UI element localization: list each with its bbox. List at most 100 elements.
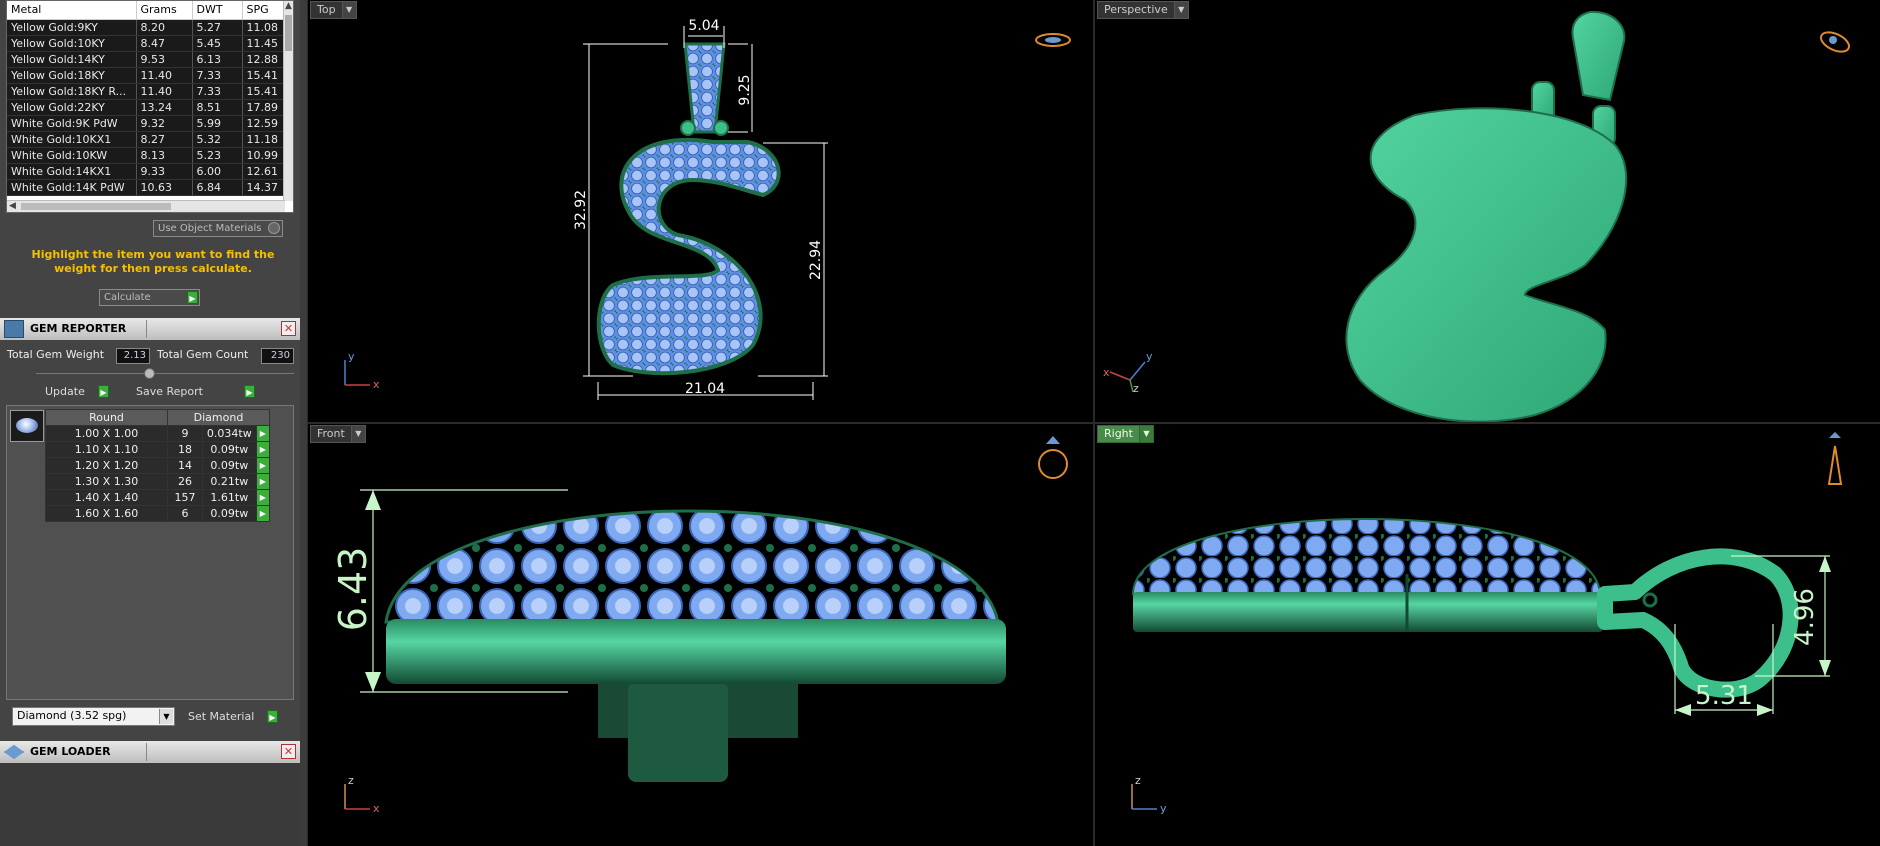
table-row[interactable]: Yellow Gold:18KY R... 11.40 7.33 15.41 — [7, 83, 288, 100]
select-gem-icon[interactable]: ▶ — [255, 505, 271, 522]
pave-gems-front — [384, 509, 1000, 624]
arrow-down-icon — [1819, 660, 1831, 676]
arrow-up-icon — [365, 490, 381, 510]
scroll-thumb[interactable] — [285, 15, 292, 51]
gem-reporter-icon — [4, 320, 24, 338]
table-row[interactable]: Yellow Gold:18KY 11.40 7.33 15.41 — [7, 67, 288, 84]
front-viewport[interactable]: 6.43 z x Front ▼ — [308, 424, 1093, 846]
table-cell: 6.13 — [192, 51, 243, 68]
weight-hint: Highlight the item you want to find the … — [31, 248, 275, 275]
gem-row[interactable]: 1.20 X 1.20 14 0.09tw ▶ — [45, 457, 271, 474]
select-gem-icon[interactable]: ▶ — [255, 489, 271, 506]
metal-weight-table[interactable]: Metal Grams DWT SPG Yellow Gold:9KY 8.20 5.27… — [6, 0, 294, 213]
dim-body-height: 22.94 — [808, 240, 824, 280]
top-viewport-label[interactable]: Top ▼ — [310, 1, 357, 19]
use-object-materials-toggle[interactable]: Use Object Materials — [153, 220, 283, 237]
chevron-down-icon[interactable]: ▼ — [350, 426, 365, 442]
table-row[interactable]: Yellow Gold:10KY 8.47 5.45 11.45 — [7, 35, 288, 52]
set-material-button[interactable]: Set Material ▶ — [183, 708, 280, 725]
table-cell: Yellow Gold:10KY — [7, 35, 137, 52]
select-gem-icon[interactable]: ▶ — [255, 441, 271, 458]
column-header[interactable]: Metal — [7, 1, 137, 20]
close-icon[interactable]: ✕ — [281, 321, 296, 336]
calculate-button[interactable]: Calculate ▶ — [99, 289, 200, 306]
table-cell: 10.63 — [136, 179, 193, 196]
play-icon: ▶ — [244, 385, 255, 398]
gem-size: 1.10 X 1.10 — [45, 441, 168, 458]
collapse-icon[interactable] — [144, 368, 155, 379]
axis-x-label: x — [373, 378, 380, 391]
table-row[interactable]: White Gold:9K PdW 9.32 5.99 12.59 — [7, 115, 288, 132]
table-row[interactable]: Yellow Gold:22KY 13.24 8.51 17.89 — [7, 99, 288, 116]
column-header[interactable]: SPG — [242, 1, 288, 20]
perspective-viewport-label[interactable]: Perspective ▼ — [1097, 1, 1189, 19]
save-report-button[interactable]: Save Report ▶ — [131, 383, 257, 400]
gem-size: 1.60 X 1.60 — [45, 505, 168, 522]
select-gem-icon[interactable]: ▶ — [255, 425, 271, 442]
table-row[interactable]: White Gold:14K PdW 10.63 6.84 14.37 — [7, 179, 288, 196]
table-row[interactable]: Yellow Gold:14KY 9.53 6.13 12.88 — [7, 51, 288, 68]
table-row[interactable]: White Gold:14KX1 9.33 6.00 12.61 — [7, 163, 288, 180]
bail-hole — [1642, 592, 1658, 608]
gem-loader-header: GEM LOADER ✕ — [0, 741, 300, 763]
gem-row[interactable]: 1.00 X 1.00 9 0.034tw ▶ — [45, 425, 271, 442]
column-header[interactable]: DWT — [192, 1, 243, 20]
material-select[interactable]: Diamond (3.52 spg) ▼ — [12, 707, 175, 726]
table-row[interactable]: Yellow Gold:9KY 8.20 5.27 11.08 — [7, 19, 288, 36]
gem-reporter-header: GEM REPORTER ✕ — [0, 318, 300, 340]
update-button[interactable]: Update ▶ — [40, 383, 111, 400]
column-header[interactable]: Grams — [136, 1, 193, 20]
gem-row[interactable]: 1.10 X 1.10 18 0.09tw ▶ — [45, 441, 271, 458]
jump-ring — [713, 120, 729, 136]
chevron-down-icon[interactable]: ▼ — [1173, 2, 1188, 18]
table-cell: 11.40 — [136, 67, 193, 84]
top-viewport[interactable]: 5.04 9.25 32.92 22.94 21.04 y x Top ▼ — [308, 0, 1093, 422]
scroll-up-icon[interactable]: ▲ — [285, 1, 292, 11]
axis-z-label: z — [348, 774, 354, 787]
table-cell: Yellow Gold:18KY R... — [7, 83, 137, 100]
table-horizontal-scrollbar[interactable]: ◀ — [7, 200, 285, 212]
perspective-view-canvas: y x z — [1103, 10, 1851, 422]
total-gem-count-label: Total Gem Count — [157, 348, 249, 361]
arrow-up-icon — [1819, 556, 1831, 572]
table-cell: 12.88 — [242, 51, 288, 68]
table-row[interactable]: White Gold:10KW 8.13 5.23 10.99 — [7, 147, 288, 164]
table-cell: Yellow Gold:9KY — [7, 19, 137, 36]
gem-row[interactable]: 1.30 X 1.30 26 0.21tw ▶ — [45, 473, 271, 490]
gem-count: 14 — [166, 457, 204, 474]
table-vertical-scrollbar[interactable]: ▲ — [283, 1, 293, 201]
gem-row[interactable]: 1.60 X 1.60 6 0.09tw ▶ — [45, 505, 271, 522]
pendant-body-front — [386, 619, 1006, 684]
front-viewport-label[interactable]: Front ▼ — [310, 425, 366, 443]
close-icon[interactable]: ✕ — [281, 744, 296, 759]
viewport-grid: 5.04 9.25 32.92 22.94 21.04 y x Top ▼ y … — [307, 0, 1880, 846]
table-cell: 12.61 — [242, 163, 288, 180]
gem-size: 1.20 X 1.20 — [45, 457, 168, 474]
dim-bail-width: 5.31 — [1695, 681, 1753, 711]
front-label-text: Front — [317, 427, 345, 440]
ring-orientation-icon — [1827, 432, 1843, 485]
table-cell: 8.13 — [136, 147, 193, 164]
select-gem-icon[interactable]: ▶ — [255, 457, 271, 474]
axis-z-label: z — [1135, 774, 1141, 787]
gem-report-area: Round Diamond 1.00 X 1.00 9 0.034tw ▶ 1.10 X… — [6, 405, 294, 700]
chevron-down-icon[interactable]: ▼ — [341, 2, 356, 18]
gem-reporter-title: GEM REPORTER — [30, 322, 127, 335]
perspective-viewport[interactable]: y x z Perspective ▼ — [1095, 0, 1880, 422]
bail-top — [683, 42, 726, 134]
chevron-down-icon: ▼ — [159, 709, 173, 724]
gem-count: 18 — [166, 441, 204, 458]
table-row[interactable]: White Gold:10KX1 8.27 5.32 11.18 — [7, 131, 288, 148]
right-viewport-label[interactable]: Right ▼ — [1097, 425, 1154, 443]
table-cell: 7.33 — [192, 83, 243, 100]
gem-weight: 0.034tw — [202, 425, 257, 442]
table-cell: 6.84 — [192, 179, 243, 196]
scroll-left-icon[interactable]: ◀ — [9, 201, 16, 211]
table-cell: 15.41 — [242, 83, 288, 100]
gem-row[interactable]: 1.40 X 1.40 157 1.61tw ▶ — [45, 489, 271, 506]
select-gem-icon[interactable]: ▶ — [255, 473, 271, 490]
table-cell: 11.08 — [242, 19, 288, 36]
chevron-down-icon[interactable]: ▼ — [1138, 426, 1153, 442]
scroll-thumb[interactable] — [21, 203, 171, 210]
right-viewport[interactable]: 4.96 5.31 z y Right ▼ — [1095, 424, 1880, 846]
